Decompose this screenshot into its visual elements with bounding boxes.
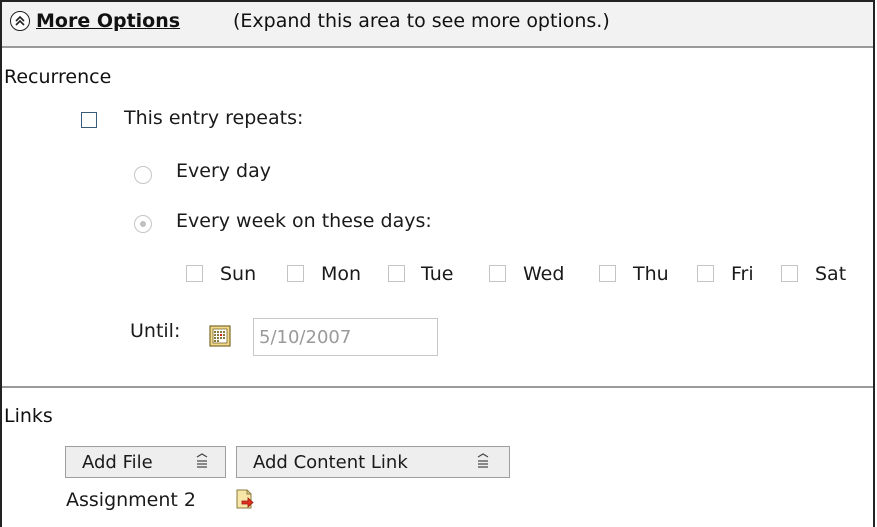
until-date-input[interactable] [253,318,438,356]
until-label: Until: [130,320,181,342]
add-content-link-label: Add Content Link [253,452,408,473]
more-options-header: More Options (Expand this area to see mo… [2,2,873,48]
every-week-label: Every week on these days: [176,210,432,232]
dropdown-menu-icon [194,453,210,474]
repeats-checkbox[interactable] [81,112,97,128]
every-week-radio[interactable] [134,215,152,233]
day-checkbox-sat[interactable] [781,265,798,282]
section-divider [2,386,873,388]
day-label-tue: Tue [421,263,454,285]
day-checkbox-tue[interactable] [388,265,405,282]
day-checkbox-mon[interactable] [287,265,304,282]
recurrence-label: Recurrence [4,66,112,88]
radio-selected-dot [140,221,146,227]
day-checkbox-thu[interactable] [599,265,616,282]
day-label-fri: Fri [731,263,754,285]
link-item-label[interactable]: Assignment 2 [66,489,196,511]
dropdown-menu-icon [475,453,491,474]
day-checkbox-sun[interactable] [186,265,203,282]
more-options-link[interactable]: More Options [36,10,180,32]
day-label-wed: Wed [523,263,565,285]
collapse-chevron-icon[interactable] [10,11,30,31]
repeats-label: This entry repeats: [124,107,304,129]
open-file-icon[interactable] [234,488,256,510]
more-options-hint: (Expand this area to see more options.) [233,10,610,32]
add-file-label: Add File [82,452,153,473]
day-label-mon: Mon [321,263,362,285]
day-checkbox-wed[interactable] [489,265,506,282]
calendar-icon[interactable] [209,325,231,347]
day-checkbox-fri[interactable] [697,265,714,282]
every-day-radio[interactable] [134,166,152,184]
add-content-link-button[interactable]: Add Content Link [236,446,510,478]
day-label-sun: Sun [220,263,257,285]
links-label: Links [4,405,53,427]
add-file-button[interactable]: Add File [65,446,226,478]
every-day-label: Every day [176,160,271,182]
day-label-thu: Thu [633,263,669,285]
day-label-sat: Sat [815,263,847,285]
